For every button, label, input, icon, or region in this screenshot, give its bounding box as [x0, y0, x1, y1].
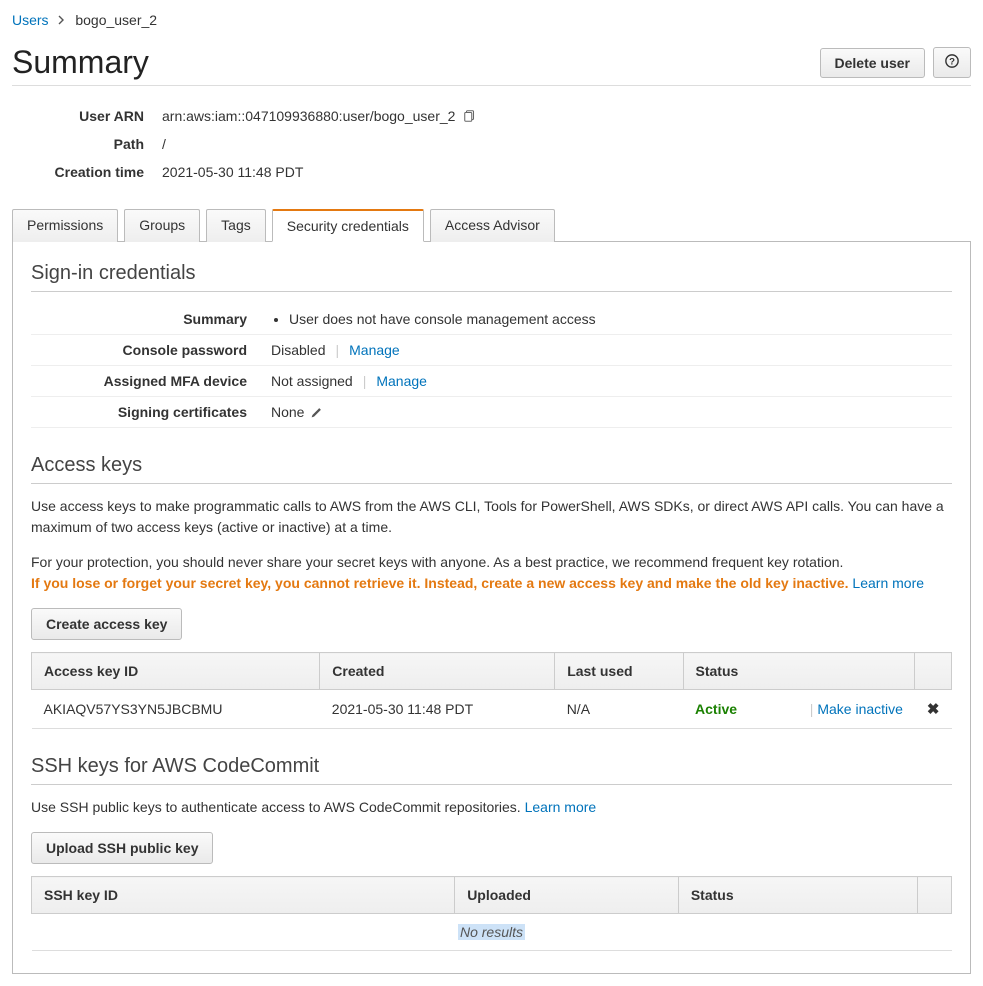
ssh-desc-text: Use SSH public keys to authenticate acce… — [31, 799, 521, 815]
col-last-used: Last used — [555, 653, 683, 690]
col-ssh-status: Status — [678, 877, 917, 914]
help-icon: ? — [945, 55, 959, 71]
access-key-id-value: AKIAQV57YS3YN5JBCBMU — [32, 690, 320, 729]
col-ssh-uploaded: Uploaded — [455, 877, 679, 914]
access-key-created-value: 2021-05-30 11:48 PDT — [320, 690, 555, 729]
col-ssh-key-id: SSH key ID — [32, 877, 455, 914]
path-value: / — [162, 136, 166, 152]
tab-bar: Permissions Groups Tags Security credent… — [12, 208, 971, 242]
make-inactive-link[interactable]: Make inactive — [817, 701, 903, 717]
accesskeys-desc2-text: For your protection, you should never sh… — [31, 554, 843, 570]
signin-summary-label: Summary — [31, 311, 271, 327]
chevron-right-icon — [58, 15, 65, 28]
breadcrumb-root-link[interactable]: Users — [12, 12, 49, 28]
signing-cert-label: Signing certificates — [31, 404, 271, 420]
tab-tags[interactable]: Tags — [206, 209, 266, 242]
accesskeys-desc1: Use access keys to make programmatic cal… — [31, 496, 952, 538]
delete-user-button[interactable]: Delete user — [820, 48, 925, 78]
access-keys-table: Access key ID Created Last used Status A… — [31, 652, 952, 729]
delete-key-icon[interactable]: ✖ — [927, 701, 940, 718]
user-arn-value: arn:aws:iam::047109936880:user/bogo_user… — [162, 108, 455, 124]
mfa-value: Not assigned — [271, 373, 353, 389]
create-access-key-button[interactable]: Create access key — [31, 608, 182, 640]
accesskeys-learn-more-link[interactable]: Learn more — [852, 575, 924, 591]
ssh-keys-table: SSH key ID Uploaded Status No results — [31, 876, 952, 951]
mfa-label: Assigned MFA device — [31, 373, 271, 389]
ssh-desc: Use SSH public keys to authenticate acce… — [31, 797, 952, 818]
tab-groups[interactable]: Groups — [124, 209, 200, 242]
access-key-lastused-value: N/A — [555, 690, 683, 729]
upload-ssh-key-button[interactable]: Upload SSH public key — [31, 832, 213, 864]
ssh-section-title: SSH keys for AWS CodeCommit — [31, 755, 952, 785]
ssh-learn-more-link[interactable]: Learn more — [525, 799, 597, 815]
console-password-label: Console password — [31, 342, 271, 358]
accesskeys-warning: If you lose or forget your secret key, y… — [31, 575, 849, 591]
col-access-key-id: Access key ID — [32, 653, 320, 690]
col-actions — [915, 653, 952, 690]
col-status: Status — [683, 653, 915, 690]
creation-time-label: Creation time — [12, 164, 162, 180]
table-row: AKIAQV57YS3YN5JBCBMU 2021-05-30 11:48 PD… — [32, 690, 952, 729]
tab-permissions[interactable]: Permissions — [12, 209, 118, 242]
access-key-status-value: Active — [695, 701, 737, 717]
console-password-value: Disabled — [271, 342, 325, 358]
signing-cert-value: None — [271, 404, 304, 420]
tab-security-credentials[interactable]: Security credentials — [272, 209, 424, 242]
security-credentials-panel: Sign-in credentials Summary User does no… — [12, 242, 971, 974]
breadcrumb: Users bogo_user_2 — [12, 12, 971, 28]
page-title: Summary — [12, 44, 149, 81]
col-ssh-actions — [918, 877, 952, 914]
svg-text:?: ? — [949, 57, 955, 68]
signin-summary-bullet: User does not have console management ac… — [289, 311, 596, 327]
breadcrumb-current: bogo_user_2 — [75, 12, 157, 28]
user-summary-block: User ARN arn:aws:iam::047109936880:user/… — [12, 102, 971, 186]
header-actions: Delete user ? — [820, 47, 971, 78]
ssh-no-results: No results — [458, 924, 525, 940]
help-button[interactable]: ? — [933, 47, 971, 78]
accesskeys-desc2: For your protection, you should never sh… — [31, 552, 952, 594]
creation-time-value: 2021-05-30 11:48 PDT — [162, 164, 303, 180]
page-header: Summary Delete user ? — [12, 44, 971, 86]
accesskeys-section-title: Access keys — [31, 454, 952, 484]
user-arn-label: User ARN — [12, 108, 162, 124]
console-password-manage-link[interactable]: Manage — [349, 342, 400, 358]
signin-section-title: Sign-in credentials — [31, 262, 952, 292]
tab-access-advisor[interactable]: Access Advisor — [430, 209, 555, 242]
table-row: No results — [32, 914, 952, 951]
path-label: Path — [12, 136, 162, 152]
col-created: Created — [320, 653, 555, 690]
mfa-manage-link[interactable]: Manage — [376, 373, 427, 389]
copy-icon[interactable] — [463, 109, 477, 123]
pencil-icon[interactable] — [310, 406, 323, 419]
